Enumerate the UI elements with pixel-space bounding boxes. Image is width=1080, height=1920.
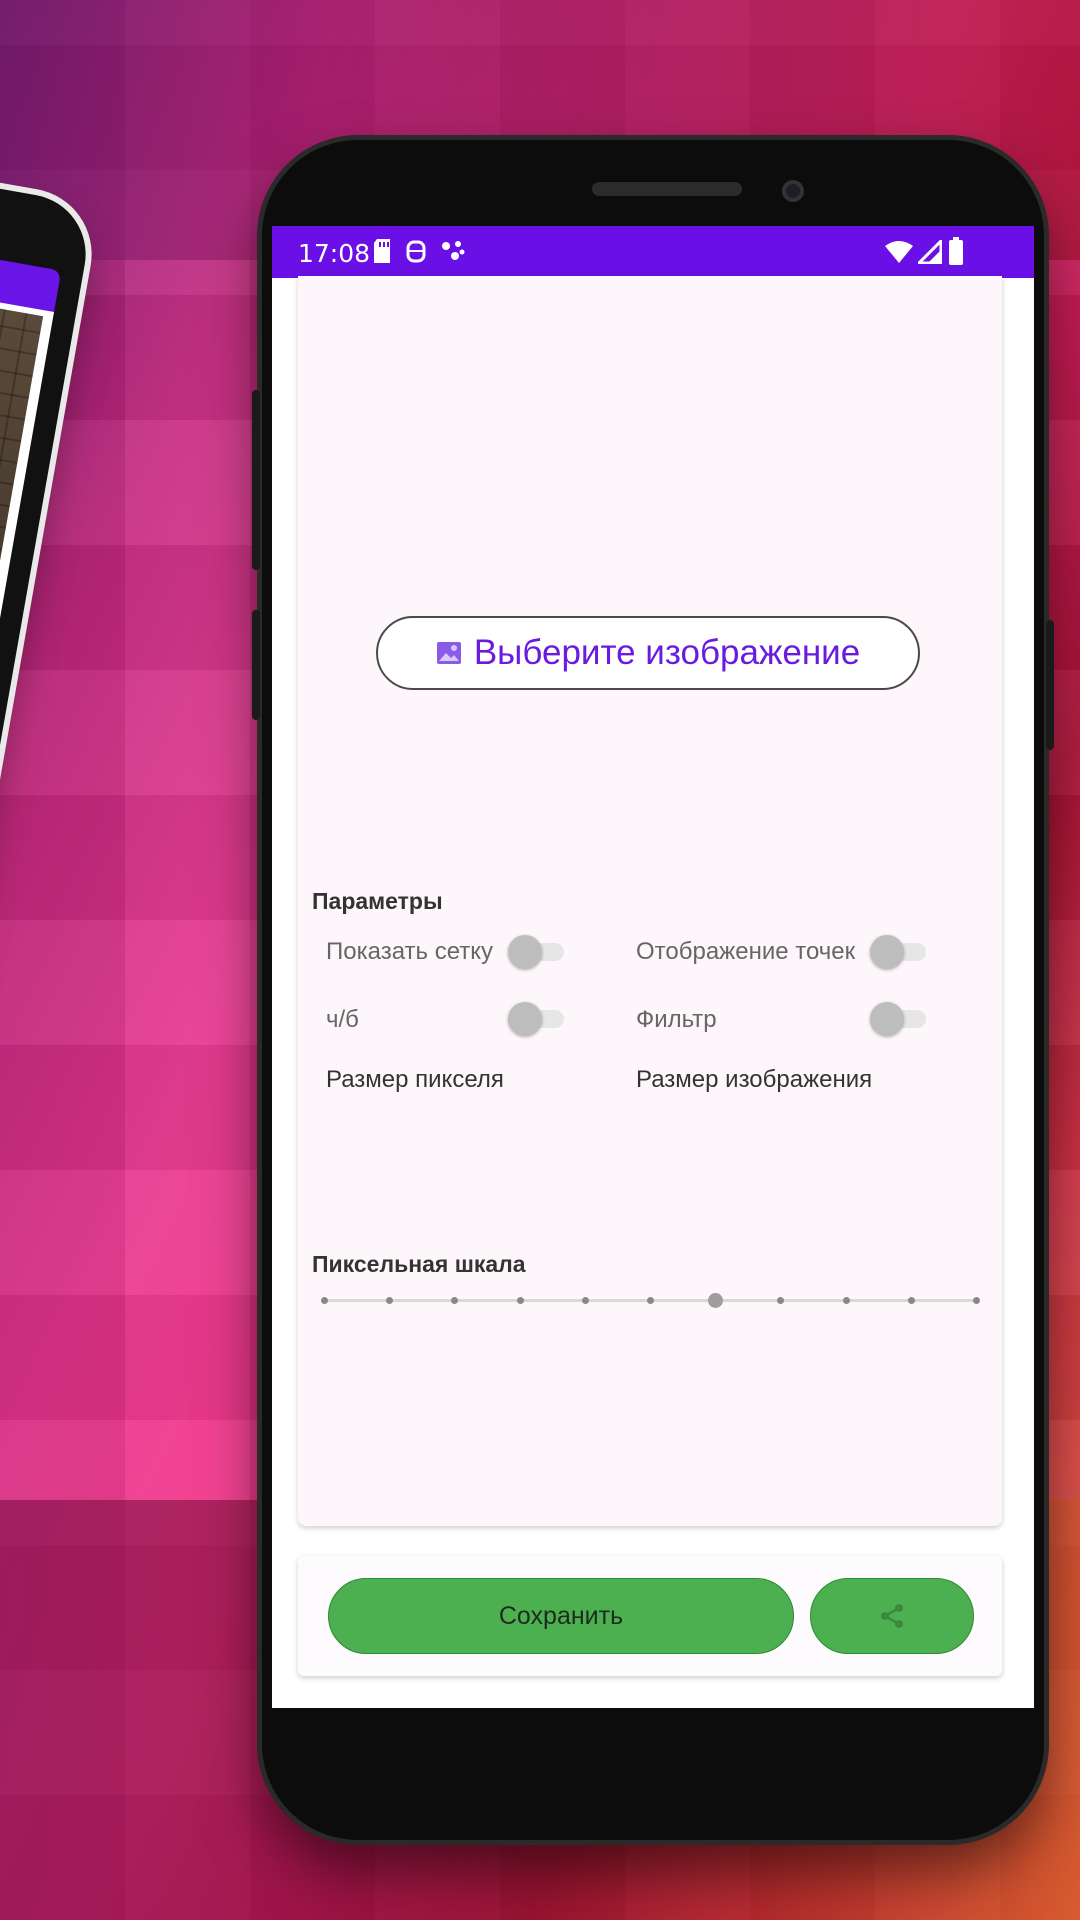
share-icon	[881, 1604, 903, 1628]
slider-tick	[516, 1297, 524, 1304]
choose-image-label: Выберите изображение	[473, 633, 861, 672]
save-button[interactable]: Сохранить	[328, 1578, 794, 1654]
pixel-scale-slider[interactable]	[321, 1293, 980, 1308]
slider-tick	[386, 1297, 394, 1304]
power-button	[1046, 620, 1054, 750]
earpiece	[592, 182, 742, 196]
slider-tick	[907, 1297, 915, 1304]
assistant-dots-icon	[442, 241, 465, 260]
toggle-thumb	[870, 935, 904, 969]
choose-image-button[interactable]: Выберите изображение	[376, 616, 920, 690]
filter-label: Фильтр	[636, 1006, 717, 1033]
share-button[interactable]	[810, 1578, 974, 1654]
phone-mockup: 17:08 Выберите изображение Параметры Пок…	[252, 140, 1054, 1840]
show-dots-label: Отображение точек	[636, 938, 856, 965]
show-grid-label: Показать сетку	[326, 938, 494, 965]
settings-card: Выберите изображение Параметры Показать …	[298, 276, 1002, 1526]
status-bar: 17:08	[272, 226, 1034, 278]
signal-icon	[918, 240, 942, 264]
pixel-size-label: Размер пикселя	[326, 1066, 504, 1093]
secondary-status-bar	[0, 222, 62, 315]
actions-card: Сохранить	[298, 1556, 1002, 1676]
slider-tick	[973, 1297, 980, 1304]
slider-tick	[842, 1297, 850, 1304]
show-dots-toggle[interactable]	[870, 935, 930, 969]
slider-thumb[interactable]	[708, 1293, 724, 1308]
volume-button	[252, 390, 260, 570]
android-debug-icon	[406, 240, 426, 263]
bw-label: ч/б	[326, 1006, 359, 1033]
slider-tick	[321, 1297, 328, 1304]
status-time: 17:08	[298, 239, 371, 268]
image-size-label: Размер изображения	[636, 1066, 873, 1093]
filter-toggle[interactable]	[870, 1002, 930, 1036]
wifi-icon	[885, 241, 913, 263]
params-title: Параметры	[312, 888, 443, 914]
battery-icon	[949, 237, 963, 265]
slider-tick	[777, 1297, 785, 1304]
slider-tick	[581, 1297, 589, 1304]
toggle-thumb	[870, 1002, 904, 1036]
toggle-thumb	[508, 1002, 542, 1036]
bixby-button	[252, 610, 260, 720]
sd-card-icon	[374, 239, 390, 263]
slider-tick	[451, 1297, 459, 1304]
toggle-thumb	[508, 935, 542, 969]
show-grid-toggle[interactable]	[508, 935, 568, 969]
bw-toggle[interactable]	[508, 1002, 568, 1036]
image-icon	[436, 642, 461, 664]
pixel-scale-title: Пиксельная шкала	[312, 1251, 526, 1277]
front-camera	[782, 180, 804, 202]
app-screen: 17:08 Выберите изображение Параметры Пок…	[272, 226, 1034, 1708]
slider-tick	[647, 1297, 654, 1304]
